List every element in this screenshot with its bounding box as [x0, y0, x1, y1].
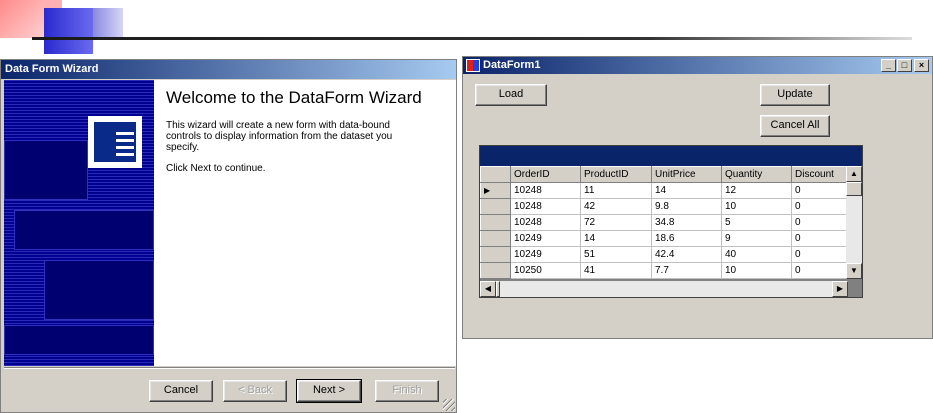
- wizard-sidebar-graphic: [4, 80, 154, 366]
- wizard-description: This wizard will create a new form with …: [166, 120, 393, 153]
- grid-cell[interactable]: 40: [721, 246, 792, 263]
- vertical-scroll-thumb[interactable]: [846, 182, 862, 196]
- grid-header-row: OrderID ProductID UnitPrice Quantity Dis…: [480, 166, 849, 183]
- grid-cell[interactable]: 10248: [510, 182, 581, 199]
- close-button[interactable]: ×: [914, 59, 929, 72]
- row-header[interactable]: [480, 246, 511, 263]
- grid-cell[interactable]: 9: [721, 230, 792, 247]
- wizard-title: Data Form Wizard: [1, 60, 456, 79]
- wizard-separator: [4, 367, 455, 369]
- dataform-titlebar: DataForm1 _ □ ×: [463, 57, 932, 74]
- wizard-instruction: Click Next to continue.: [166, 163, 266, 174]
- maximize-button[interactable]: □: [897, 59, 912, 72]
- form-icon: [88, 116, 142, 168]
- decoration-lightblue-square: [93, 8, 123, 40]
- back-button[interactable]: < Back: [223, 380, 287, 402]
- grid-cell[interactable]: 34.8: [651, 214, 722, 231]
- grid-cell[interactable]: 11: [580, 182, 652, 199]
- column-header[interactable]: Quantity: [721, 166, 792, 183]
- grid-cell[interactable]: 10: [721, 198, 792, 215]
- table-row[interactable]: 10248 42 9.8 10 0: [480, 198, 849, 215]
- grid-cell[interactable]: 7.7: [651, 262, 722, 279]
- row-header[interactable]: [480, 214, 511, 231]
- table-row[interactable]: 10248 72 34.8 5 0: [480, 214, 849, 231]
- grid-table: OrderID ProductID UnitPrice Quantity Dis…: [480, 166, 849, 279]
- grid-cell[interactable]: 10248: [510, 198, 581, 215]
- horizontal-scroll-thumb[interactable]: [496, 281, 500, 297]
- row-header[interactable]: [480, 262, 511, 279]
- grid-cell[interactable]: 5: [721, 214, 792, 231]
- grid-cell[interactable]: 0: [791, 214, 849, 231]
- scroll-down-icon[interactable]: ▼: [846, 263, 862, 279]
- resize-grip[interactable]: [443, 399, 455, 411]
- grid-cell[interactable]: 0: [791, 230, 849, 247]
- column-header[interactable]: ProductID: [580, 166, 652, 183]
- vertical-scrollbar[interactable]: ▲ ▼: [846, 166, 862, 279]
- cancel-button[interactable]: Cancel: [149, 380, 213, 402]
- update-button[interactable]: Update: [760, 84, 830, 106]
- grid-cell[interactable]: 12: [721, 182, 792, 199]
- grid-cell[interactable]: 0: [791, 182, 849, 199]
- column-header[interactable]: Discount: [791, 166, 849, 183]
- grid-cell[interactable]: 51: [580, 246, 652, 263]
- decoration-red-square: [0, 0, 44, 38]
- table-row[interactable]: ▶ 10248 11 14 12 0: [480, 182, 849, 199]
- minimize-button[interactable]: _: [881, 59, 896, 72]
- row-header[interactable]: [480, 230, 511, 247]
- decoration-blue-square: [44, 8, 93, 54]
- horizontal-scrollbar[interactable]: ◀ ▶: [480, 281, 848, 297]
- table-row[interactable]: 10249 14 18.6 9 0: [480, 230, 849, 247]
- table-row[interactable]: 10249 51 42.4 40 0: [480, 246, 849, 263]
- load-button[interactable]: Load: [475, 84, 547, 106]
- grid-cell[interactable]: 14: [580, 230, 652, 247]
- grid-cell[interactable]: 42: [580, 198, 652, 215]
- finish-button[interactable]: Finish: [375, 380, 439, 402]
- grid-cell[interactable]: 9.8: [651, 198, 722, 215]
- dataform-window: DataForm1 _ □ × Load Update Cancel All O…: [462, 56, 933, 339]
- grid-cell[interactable]: 41: [580, 262, 652, 279]
- wizard-heading: Welcome to the DataForm Wizard: [166, 88, 422, 107]
- row-header[interactable]: [480, 198, 511, 215]
- grid-cell[interactable]: 18.6: [651, 230, 722, 247]
- grid-cell[interactable]: 72: [580, 214, 652, 231]
- next-button[interactable]: Next >: [296, 379, 362, 403]
- current-row-marker: ▶: [480, 182, 511, 199]
- wizard-content: Welcome to the DataForm Wizard This wiza…: [154, 80, 456, 366]
- column-header[interactable]: OrderID: [510, 166, 581, 183]
- data-grid[interactable]: OrderID ProductID UnitPrice Quantity Dis…: [479, 145, 863, 298]
- app-icon: [466, 59, 480, 72]
- wizard-window: Data Form Wizard Welcome to the DataForm…: [0, 59, 457, 413]
- grid-cell[interactable]: 0: [791, 262, 849, 279]
- grid-caption-bar: [480, 146, 862, 166]
- table-row[interactable]: 10250 41 7.7 10 0: [480, 262, 849, 279]
- dataform-title: DataForm1: [483, 59, 541, 71]
- cancel-all-button[interactable]: Cancel All: [760, 115, 830, 137]
- grid-cell[interactable]: 14: [651, 182, 722, 199]
- grid-cell[interactable]: 10249: [510, 230, 581, 247]
- grid-cell[interactable]: 10: [721, 262, 792, 279]
- scroll-up-icon[interactable]: ▲: [846, 166, 862, 182]
- grid-cell[interactable]: 10249: [510, 246, 581, 263]
- grid-cell[interactable]: 0: [791, 198, 849, 215]
- column-header[interactable]: UnitPrice: [651, 166, 722, 183]
- decoration-line: [32, 37, 912, 40]
- grid-cell[interactable]: 0: [791, 246, 849, 263]
- grid-cell[interactable]: 42.4: [651, 246, 722, 263]
- scroll-left-icon[interactable]: ◀: [480, 281, 496, 297]
- scroll-right-icon[interactable]: ▶: [832, 281, 848, 297]
- grid-cell[interactable]: 10250: [510, 262, 581, 279]
- corner-cell: [480, 166, 511, 183]
- grid-cell[interactable]: 10248: [510, 214, 581, 231]
